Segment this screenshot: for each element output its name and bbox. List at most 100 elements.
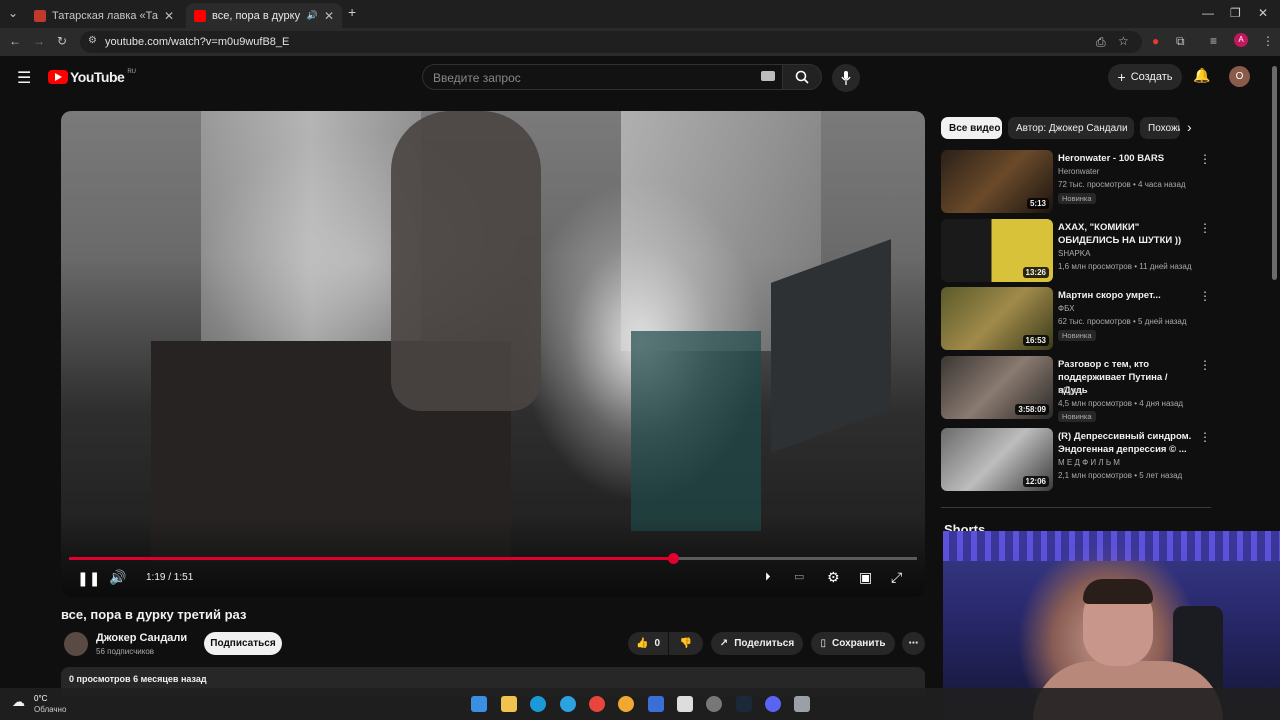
media-controls-icon[interactable]: ≡ (1210, 34, 1217, 48)
recommendation-item[interactable]: 16:53 Мартин скоро умрет... ФБХ 62 тыс. … (941, 287, 1211, 351)
recommendation-item[interactable]: 5:13 Heronwater - 100 BARS Heronwater 72… (941, 150, 1211, 214)
video-thumbnail[interactable]: 12:06 (941, 428, 1053, 491)
recommendation-meta: 4,5 млн просмотров • 4 дня назад (1058, 399, 1184, 408)
video-player[interactable]: ❚❚ 🔊 1:19 / 1:51 ⏵ ▭ ⚙ ▣ ⤢ (61, 111, 925, 597)
notifications-bell-icon[interactable]: 🔔 (1193, 67, 1210, 84)
like-button[interactable]: 👍 0 (628, 632, 668, 655)
browser-toolbar: ← → ↻ ⚙ youtube.com/watch?v=m0u9wufB8_E … (0, 28, 1280, 56)
bookmark-star-icon[interactable]: ☆ (1118, 34, 1129, 48)
back-icon[interactable]: ← (9, 34, 21, 48)
youtube-logo[interactable]: YouTube RU (48, 69, 136, 85)
edge-browser-icon[interactable] (530, 696, 546, 712)
minimize-icon[interactable]: — (1202, 6, 1214, 20)
close-tab-icon[interactable]: ✕ (164, 9, 174, 23)
video-thumbnail[interactable]: 16:53 (941, 287, 1053, 350)
settings-gear-icon[interactable]: ⚙ (827, 569, 840, 586)
recommendation-channel[interactable]: Heronwater (1058, 165, 1099, 178)
extensions-puzzle-icon[interactable]: ⧉ (1176, 34, 1185, 49)
progress-bar[interactable] (69, 553, 917, 564)
more-vertical-icon[interactable]: ⋮ (1199, 152, 1211, 166)
extension-icon[interactable]: ● (1152, 34, 1159, 48)
keyboard-icon[interactable] (761, 71, 775, 81)
app-icon[interactable] (618, 696, 634, 712)
search-input[interactable]: Введите запрос (422, 64, 784, 90)
chip-author[interactable]: Автор: Джокер Сандали (1008, 117, 1134, 139)
install-app-icon[interactable]: ⎙ (1096, 35, 1106, 50)
voice-search-button[interactable] (832, 64, 860, 92)
video-frame-object (631, 331, 761, 531)
address-bar[interactable]: ⚙ youtube.com/watch?v=m0u9wufB8_E ⎙ ☆ (80, 31, 1142, 53)
site-info-icon[interactable]: ⚙ (88, 35, 97, 46)
hamburger-menu-icon[interactable]: ☰ (17, 68, 31, 88)
subscribe-button[interactable]: Подписаться (204, 632, 282, 655)
more-vertical-icon[interactable]: ⋮ (1199, 289, 1211, 303)
weather-temperature[interactable]: 0°C (34, 694, 47, 703)
page-scrollbar[interactable] (1272, 66, 1277, 280)
reload-icon[interactable]: ↻ (57, 34, 67, 48)
more-vertical-icon[interactable]: ⋮ (1199, 358, 1211, 372)
chrome-icon[interactable] (589, 696, 605, 712)
subtitles-icon[interactable]: ▭ (794, 570, 804, 583)
chrome-menu-icon[interactable]: ⋮ (1262, 34, 1274, 48)
discord-icon[interactable] (765, 696, 781, 712)
search-button[interactable] (782, 64, 822, 90)
recommendation-title[interactable]: Мартин скоро умрет... (1058, 289, 1198, 302)
calculator-icon[interactable] (794, 696, 810, 712)
create-button[interactable]: + Создать (1108, 64, 1182, 90)
windows-taskbar: ☁ (0, 688, 1280, 720)
miniplayer-icon[interactable]: ▣ (859, 569, 872, 586)
profile-avatar[interactable]: A (1234, 33, 1248, 47)
recommendation-title[interactable]: Heronwater - 100 BARS (1058, 152, 1198, 165)
speaker-icon[interactable]: 🔊 (307, 10, 318, 21)
new-tab-icon[interactable]: + (348, 4, 356, 20)
browser-tab-2[interactable]: все, пора в дурку третий р 🔊 ✕ (186, 3, 342, 28)
share-button[interactable]: ↗ Поделиться (711, 632, 803, 655)
recommendation-title[interactable]: (R) Депрессивный синдром. Эндогенная деп… (1058, 430, 1198, 456)
chevron-right-icon[interactable]: › (1187, 119, 1192, 135)
browser-tab-1[interactable]: Татарская лавка «Татарча» — ✕ (26, 3, 182, 28)
recommendation-channel[interactable]: SHAPKA (1058, 247, 1090, 260)
video-thumbnail[interactable]: 13:26 (941, 219, 1053, 282)
more-vertical-icon[interactable]: ⋮ (1199, 221, 1211, 235)
progress-scrubber-handle[interactable] (667, 553, 679, 564)
recommendation-item[interactable]: 3:58:09 Разговор с тем, кто поддерживает… (941, 356, 1211, 422)
telegram-icon[interactable] (560, 696, 576, 712)
maximize-icon[interactable]: ❐ (1230, 6, 1241, 20)
close-tab-icon[interactable]: ✕ (324, 9, 334, 23)
recommendation-item[interactable]: 13:26 АХАХ, "КОМИКИ" ОБИДЕЛИСЬ НА ШУТКИ … (941, 219, 1211, 283)
recommendation-title[interactable]: АХАХ, "КОМИКИ" ОБИДЕЛИСЬ НА ШУТКИ )) (1058, 221, 1198, 247)
recommendation-channel[interactable]: вДудь (1058, 384, 1080, 397)
pause-icon[interactable]: ❚❚ (77, 570, 100, 587)
more-actions-button[interactable]: ⋯ (902, 632, 925, 655)
more-vertical-icon[interactable]: ⋮ (1199, 430, 1211, 444)
file-explorer-icon[interactable] (501, 696, 517, 712)
chip-all-videos[interactable]: Все видео (941, 117, 1002, 139)
recommendation-channel[interactable]: ФБХ (1058, 302, 1075, 315)
volume-icon[interactable]: 🔊 (109, 569, 126, 586)
webcam-led-lights (943, 531, 1280, 561)
save-button[interactable]: ▯ Сохранить (811, 632, 895, 655)
save-label: Сохранить (831, 638, 886, 649)
chip-similar[interactable]: Похожи (1140, 117, 1180, 139)
autoplay-toggle-icon[interactable]: ⏵ (765, 571, 771, 584)
logo-text: YouTube (70, 69, 125, 85)
video-thumbnail[interactable]: 3:58:09 (941, 356, 1053, 419)
tab-search-icon[interactable]: ⌄ (8, 6, 18, 20)
steam-icon[interactable] (736, 696, 752, 712)
weather-cloud-icon[interactable]: ☁ (12, 694, 25, 710)
channel-name[interactable]: Джокер Сандали (96, 632, 187, 644)
obs-icon[interactable] (706, 696, 722, 712)
start-menu-icon[interactable] (471, 696, 487, 712)
video-thumbnail[interactable]: 5:13 (941, 150, 1053, 213)
weather-condition[interactable]: Облачно (34, 705, 66, 714)
recommendation-channel[interactable]: М Е Д Ф И Л Ь М (1058, 456, 1120, 469)
account-avatar[interactable]: О (1229, 66, 1250, 87)
recommendation-item[interactable]: 12:06 (R) Депрессивный синдром. Эндогенн… (941, 428, 1211, 492)
close-window-icon[interactable]: ✕ (1258, 6, 1268, 20)
stats-app-icon[interactable] (648, 696, 664, 712)
fullscreen-icon[interactable]: ⤢ (891, 569, 902, 586)
channel-avatar[interactable] (64, 632, 88, 656)
forward-icon[interactable]: → (33, 34, 45, 48)
dislike-button[interactable]: 👎 (669, 632, 703, 655)
app-icon[interactable] (677, 696, 693, 712)
